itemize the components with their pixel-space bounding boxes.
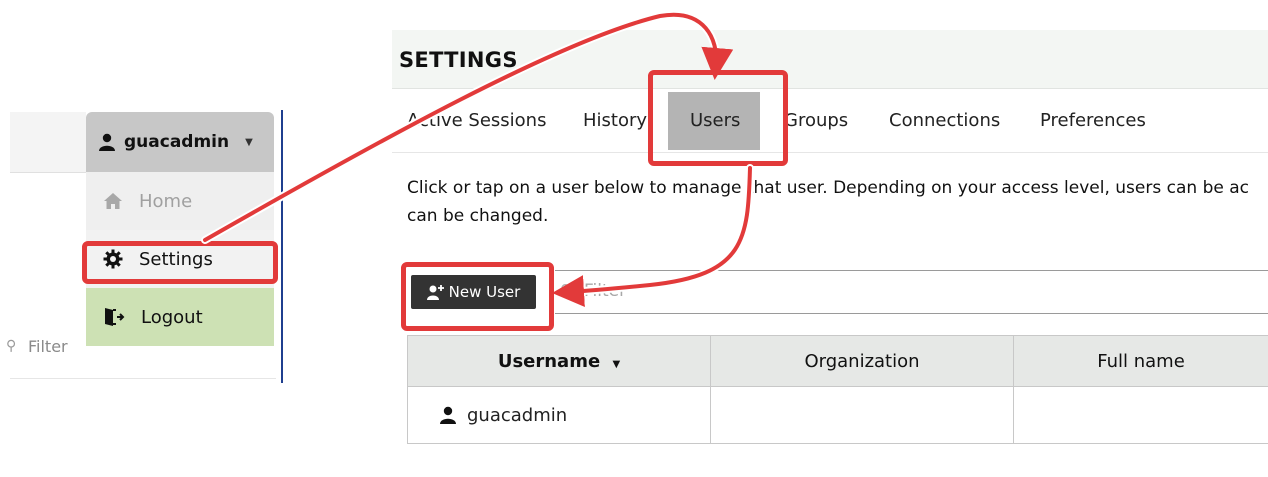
tab-groups[interactable]: Groups (784, 110, 848, 131)
tabs-divider (392, 152, 1268, 153)
user-icon (99, 133, 115, 151)
user-menu-toggle[interactable]: guacadmin ▼ (86, 112, 274, 172)
menu-item-label: Home (139, 190, 193, 212)
column-header-label: Username (497, 350, 601, 372)
filter-input[interactable]: Filter (584, 281, 626, 301)
toolbar-border-bottom (555, 313, 1268, 314)
chevron-down-icon: ▼ (245, 136, 253, 148)
column-header-organization[interactable]: Organization (710, 335, 1014, 387)
search-icon: ⚲ (6, 338, 17, 354)
column-header-full-name[interactable]: Full name (1013, 335, 1268, 387)
tab-connections[interactable]: Connections (889, 110, 1000, 131)
description-line: can be changed. (407, 206, 549, 226)
sort-down-icon: ▼ (612, 358, 621, 370)
tab-history[interactable]: History (583, 110, 647, 131)
description-line: Click or tap on a user below to manage t… (407, 178, 1249, 198)
cell-username[interactable]: guacadmin (407, 386, 711, 444)
logout-icon (105, 308, 125, 326)
user-menu: guacadmin ▼ Home Settings Logout (86, 112, 274, 346)
highlight-new-user (401, 262, 554, 331)
left-topbar (10, 112, 86, 173)
page-title: SETTINGS (399, 48, 518, 72)
tab-active-sessions[interactable]: Active Sessions (407, 110, 546, 131)
toolbar-border-top (555, 270, 1268, 271)
cell-full-name (1013, 386, 1268, 444)
users-table: Username ▼ Organization Full name guacad… (407, 335, 1268, 444)
left-panel-divider (10, 378, 276, 379)
table-header-row: Username ▼ Organization Full name (407, 335, 1268, 387)
highlight-users-tab (648, 70, 788, 166)
menu-item-logout[interactable]: Logout (86, 288, 274, 346)
username-label: guacadmin (124, 132, 230, 152)
highlight-settings (82, 241, 278, 284)
left-filter-input[interactable]: Filter (28, 337, 68, 356)
search-icon: ⚲ (560, 281, 571, 299)
cell-organization (710, 386, 1014, 444)
users-description: Click or tap on a user below to manage t… (407, 174, 1267, 230)
table-row[interactable]: guacadmin (407, 386, 1268, 444)
column-header-username[interactable]: Username ▼ (407, 335, 711, 387)
tab-preferences[interactable]: Preferences (1040, 110, 1146, 131)
user-icon (440, 406, 456, 424)
menu-item-home[interactable]: Home (86, 172, 274, 230)
username-text: guacadmin (467, 404, 568, 426)
menu-item-label: Logout (141, 306, 203, 328)
home-icon (104, 193, 122, 209)
left-panel-border (281, 110, 283, 383)
settings-header (392, 30, 1268, 89)
